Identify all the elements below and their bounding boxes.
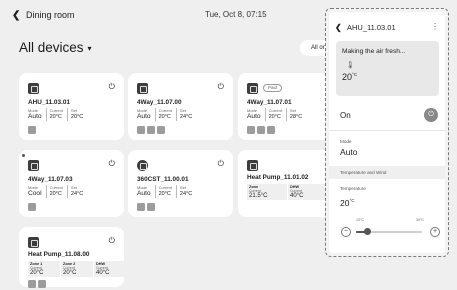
mode-value: Cool	[28, 190, 42, 197]
device-name: Heat Pump_11.08.00	[28, 251, 90, 258]
status-card: Making the air fresh... 🌡 20°C	[336, 41, 439, 96]
back-icon[interactable]: ❮	[335, 23, 342, 32]
feature-badge-icon	[28, 126, 36, 134]
feature-badge-icon	[28, 280, 36, 288]
status-dot	[22, 154, 25, 157]
4way-device-icon	[137, 83, 148, 94]
status-temperature: 20°C	[342, 72, 358, 82]
zone-value: 40°C	[290, 193, 304, 199]
360cst-device-icon	[137, 160, 148, 171]
device-card-4way-11-07-00[interactable]: ⏻ 4Way_11.07.00 Mode Auto Current 20°C Set…	[128, 73, 233, 140]
mode-selector[interactable]: Mode Auto	[329, 133, 445, 166]
set-value: 24°C	[70, 191, 84, 197]
date-time: Tue, Oct 8, 07:15	[205, 10, 267, 19]
temperature-label: Temperature	[340, 186, 366, 191]
device-name: 4Way_11.07.01	[247, 99, 292, 106]
device-card-heat-pump-11-01-02[interactable]: Heat Pump_11.01.02 Zone Current 21.5°C D…	[238, 150, 328, 217]
range-max-label: 30°C	[416, 218, 425, 222]
zone-value: 20°C	[30, 270, 44, 276]
range-min-label: 10°C	[356, 218, 365, 222]
power-icon[interactable]: ⏻	[218, 159, 224, 169]
heat-pump-device-icon	[28, 237, 39, 248]
mode-value: Auto	[247, 113, 261, 120]
power-icon[interactable]: ⏻	[109, 82, 115, 92]
mode-value: Auto	[137, 113, 151, 120]
mode-value: Auto	[28, 113, 42, 120]
zone-value: 40°C	[96, 270, 110, 276]
device-card-4way-11-07-03[interactable]: ⏻ 4Way_11.07.03 Mode Cool Current 20°C Set…	[19, 150, 124, 217]
power-icon[interactable]: ⏻	[109, 236, 115, 246]
status-pill: Paid	[263, 84, 283, 92]
feature-badge-icon	[137, 203, 145, 211]
zone-tile: DHW Current 40°C	[94, 261, 126, 277]
feature-badge-icon	[38, 280, 46, 288]
mode-value: Auto	[340, 147, 358, 157]
ahu-device-icon	[28, 83, 39, 94]
page-title[interactable]: All devices ▾	[19, 40, 92, 55]
device-card-ahu-11-03-01[interactable]: ⏻ AHU_11.03.01 Mode Auto Current 20°C Set 2…	[19, 73, 124, 140]
room-title: Dining room	[26, 10, 75, 20]
power-icon[interactable]: ⏻	[109, 159, 115, 169]
zone-tile: Zone 1 Current 20°C	[28, 261, 60, 277]
device-name: 360CST_11.00.01	[137, 176, 189, 183]
section-title: Temperature and Wind	[340, 170, 387, 175]
thermometer-icon: 🌡	[346, 62, 355, 69]
increase-temperature-button[interactable]: +	[430, 227, 440, 237]
current-value: 20°C	[49, 114, 62, 120]
caret-down-icon: ▾	[87, 43, 92, 53]
temperature-slider[interactable]	[356, 228, 422, 235]
decrease-temperature-button[interactable]: −	[341, 227, 351, 237]
power-toggle-button[interactable]: ⏻	[424, 108, 438, 122]
status-text: Making the air fresh...	[342, 48, 406, 55]
zone-tile: DHW Current 40°C	[288, 184, 328, 200]
zone-tile: Zone Current 21.5°C	[247, 184, 287, 200]
current-value: 20°C	[158, 114, 171, 120]
section-header: Temperature and Wind	[329, 166, 445, 179]
power-row: On ⏻	[329, 101, 445, 131]
page-title-text: All devices	[19, 40, 84, 55]
4way-device-icon	[247, 83, 258, 94]
power-state-label: On	[340, 111, 351, 120]
heat-pump-device-icon	[247, 160, 258, 171]
device-name: 4Way_11.07.00	[137, 99, 182, 106]
feature-badge-icon	[147, 203, 155, 211]
device-card-heat-pump-11-08-00[interactable]: ⏻ Heat Pump_11.08.00 Zone 1 Current 20°C…	[19, 227, 126, 288]
mode-label: Mode	[340, 139, 352, 144]
mode-value: Auto	[137, 190, 151, 197]
temperature-value: 20°C	[340, 198, 355, 208]
zone-value: 21.5°C	[249, 193, 268, 199]
panel-title: AHU_11.03.01	[347, 23, 396, 32]
set-value: 24°C	[179, 191, 193, 197]
device-card-4way-11-07-01[interactable]: Paid 4Way_11.07.01 Mode Auto Current 20°C …	[238, 73, 326, 140]
feature-badge-icon	[28, 203, 36, 211]
zone-value: 20°C	[63, 270, 77, 276]
feature-badge-icon	[157, 126, 165, 134]
power-icon[interactable]: ⏻	[218, 82, 224, 92]
current-value: 20°C	[49, 191, 62, 197]
feature-badge-icon	[247, 126, 255, 134]
feature-badge-icon	[257, 126, 265, 134]
device-card-360cst-11-00-01[interactable]: ⏻ 360CST_11.00.01 Mode Auto Current 20°C S…	[128, 150, 233, 217]
slider-handle[interactable]	[364, 228, 372, 235]
back-icon[interactable]: ❮	[12, 10, 20, 21]
current-value: 20°C	[268, 114, 281, 120]
temperature-control: Temperature 20°C 10°C 30°C − +	[329, 179, 445, 249]
more-vertical-icon[interactable]: ⋮	[431, 22, 439, 31]
set-value: 24°C	[179, 114, 193, 120]
zone-tile: Zone 2 Current 20°C	[61, 261, 93, 277]
set-value: 20°C	[70, 114, 84, 120]
device-name: AHU_11.03.01	[28, 99, 70, 106]
device-name: 4Way_11.07.03	[28, 176, 73, 183]
set-value: 28°C	[289, 114, 303, 120]
device-detail-panel: ❮ AHU_11.03.01 ⋮ Making the air fresh...…	[325, 8, 449, 257]
feature-badge-icon	[147, 126, 155, 134]
feature-badge-icon	[267, 126, 275, 134]
device-name: Heat Pump_11.01.02	[247, 174, 309, 181]
current-value: 20°C	[158, 191, 171, 197]
4way-device-icon	[28, 160, 39, 171]
feature-badge-icon	[137, 126, 145, 134]
